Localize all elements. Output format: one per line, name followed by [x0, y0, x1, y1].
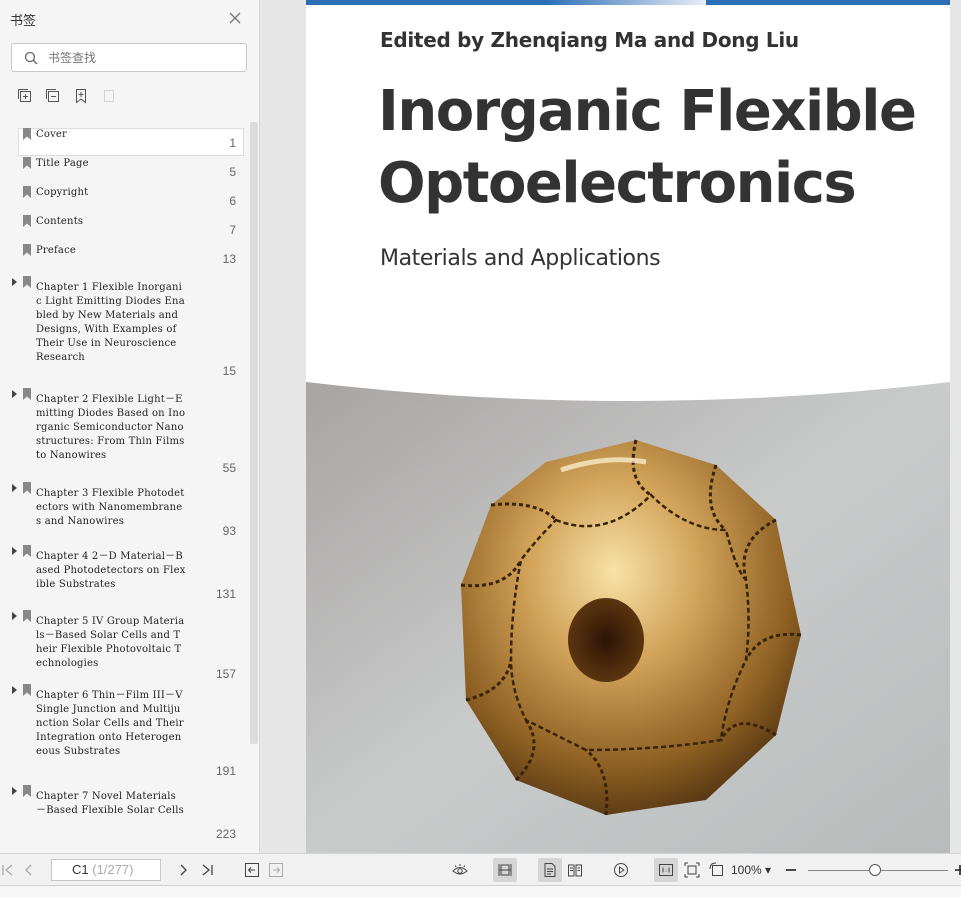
expand-arrow-icon[interactable]	[11, 787, 19, 795]
zoom-level-value: 100%	[731, 863, 762, 877]
zoom-slider-handle[interactable]	[869, 864, 881, 876]
fit-width-icon	[498, 864, 512, 876]
first-page-icon[interactable]	[0, 862, 16, 878]
cover-title-line-1: Inorganic Flexible	[378, 79, 917, 144]
play-icon[interactable]	[613, 862, 629, 878]
expand-arrow-icon[interactable]	[11, 547, 19, 555]
bookmark-flag-icon	[23, 785, 31, 797]
bookmark-page-number: 7	[229, 223, 236, 237]
eye-protection-icon[interactable]	[452, 862, 468, 878]
bookmark-page-number: 5	[229, 165, 236, 179]
bookmark-flag-icon	[23, 276, 31, 288]
bookmark-flag-icon	[23, 157, 31, 169]
bookmark-page-number: 93	[222, 524, 236, 538]
bookmark-label: Title Page	[36, 158, 89, 169]
cover-title-line-2: Optoelectronics	[378, 151, 857, 216]
window-bottom-edge	[0, 885, 961, 898]
bookmark-flag-icon	[23, 244, 31, 256]
bookmark-flag-icon	[23, 215, 31, 227]
bookmark-label: Chapter 4 2－D Material－Based Photodetect…	[36, 551, 186, 590]
bookmark-label: Chapter 2 Flexible Light－Emitting Diodes…	[36, 394, 186, 461]
expand-arrow-icon[interactable]	[11, 278, 19, 286]
add-bookmark-icon[interactable]	[73, 88, 89, 104]
cover-title: Inorganic Flexible Optoelectronics	[378, 76, 917, 220]
expand-arrow-icon[interactable]	[11, 390, 19, 398]
search-icon	[24, 51, 38, 65]
single-page-button[interactable]	[538, 858, 562, 882]
bookmark-page-number: 157	[215, 667, 236, 681]
cover-accent-bar	[306, 0, 950, 5]
bookmark-page-number: 6	[229, 194, 236, 208]
bookmark-panel-title: 书签	[10, 13, 37, 28]
expand-arrow-icon[interactable]	[11, 484, 19, 492]
collapse-all-icon[interactable]	[45, 88, 61, 104]
bookmark-panel: 书签 Cover 1 Title Page	[0, 0, 260, 853]
bookmark-label: Chapter 1 Flexible Inorganic Light Emitt…	[36, 282, 185, 363]
bookmark-label: Chapter 3 Flexible Photodetectors with N…	[36, 488, 185, 527]
bookmark-page-number: 15	[222, 364, 236, 378]
zoom-in-icon[interactable]	[952, 862, 961, 878]
bookmark-flag-icon	[23, 545, 31, 557]
bookmark-label: Cover	[36, 129, 68, 140]
bookmark-label: Copyright	[36, 187, 89, 198]
next-page-icon[interactable]	[175, 862, 191, 878]
two-page-icon[interactable]	[567, 862, 583, 878]
zoom-level[interactable]: 100% ▾	[731, 863, 771, 877]
bookmark-page-number: 191	[215, 764, 236, 778]
page-total-label: (1/277)	[88, 862, 134, 877]
previous-page-icon[interactable]	[21, 862, 37, 878]
bookmark-label: Chapter 6 Thin－Film III－V Single Junctio…	[36, 690, 184, 757]
bookmark-flag-icon	[23, 482, 31, 494]
bookmark-search-input[interactable]	[48, 48, 238, 68]
delete-bookmark-icon	[104, 90, 114, 102]
expand-all-icon[interactable]	[17, 88, 33, 104]
bookmark-flag-icon	[23, 186, 31, 198]
bookmark-label: Chapter 5 IV Group Materials－Based Solar…	[36, 616, 185, 669]
single-page-icon	[544, 863, 556, 877]
page-number-field[interactable]: C1 (1/277)	[51, 859, 161, 881]
bookmark-page-number: 1	[229, 136, 236, 150]
bookmark-search-field[interactable]	[11, 43, 247, 72]
bookmark-page-number: 55	[222, 461, 236, 475]
bookmark-list: Cover 1 Title Page 5 Copyright 6 Content…	[0, 120, 248, 853]
rotate-icon[interactable]	[709, 862, 725, 878]
status-toolbar: C1 (1/277) 100% ▾	[0, 853, 961, 885]
forward-view-icon[interactable]	[268, 862, 284, 878]
actual-size-button[interactable]	[654, 858, 678, 882]
current-page-label: C1	[72, 862, 89, 877]
bookmark-flag-icon	[23, 128, 31, 140]
actual-size-icon	[659, 864, 673, 876]
bookmark-label: Preface	[36, 245, 77, 256]
close-icon[interactable]	[228, 11, 242, 25]
cover-editors: Edited by Zhenqiang Ma and Dong Liu	[380, 28, 799, 52]
zoom-out-icon[interactable]	[783, 862, 799, 878]
cover-image-gold-polyhedron	[306, 382, 950, 853]
back-view-icon[interactable]	[244, 862, 260, 878]
bookmark-flag-icon	[23, 684, 31, 696]
bookmark-page-number: 131	[215, 587, 236, 601]
bookmark-scrollbar[interactable]	[250, 122, 258, 744]
bookmark-page-number: 13	[222, 252, 236, 266]
bookmark-flag-icon	[23, 388, 31, 400]
expand-arrow-icon[interactable]	[11, 612, 19, 620]
fit-width-button[interactable]	[493, 858, 517, 882]
cover-subtitle: Materials and Applications	[380, 246, 661, 271]
document-viewport[interactable]: Edited by Zhenqiang Ma and Dong Liu Inor…	[261, 0, 961, 853]
bookmark-flag-icon	[23, 610, 31, 622]
expand-arrow-icon[interactable]	[11, 686, 19, 694]
bookmark-label: Contents	[36, 216, 84, 227]
bookmark-page-number: 223	[215, 827, 236, 841]
fit-page-icon[interactable]	[684, 862, 700, 878]
last-page-icon[interactable]	[199, 862, 215, 878]
bookmark-label: Chapter 7 Novel Materials－Based Flexible…	[36, 791, 185, 816]
book-cover-page: Edited by Zhenqiang Ma and Dong Liu Inor…	[306, 0, 950, 853]
